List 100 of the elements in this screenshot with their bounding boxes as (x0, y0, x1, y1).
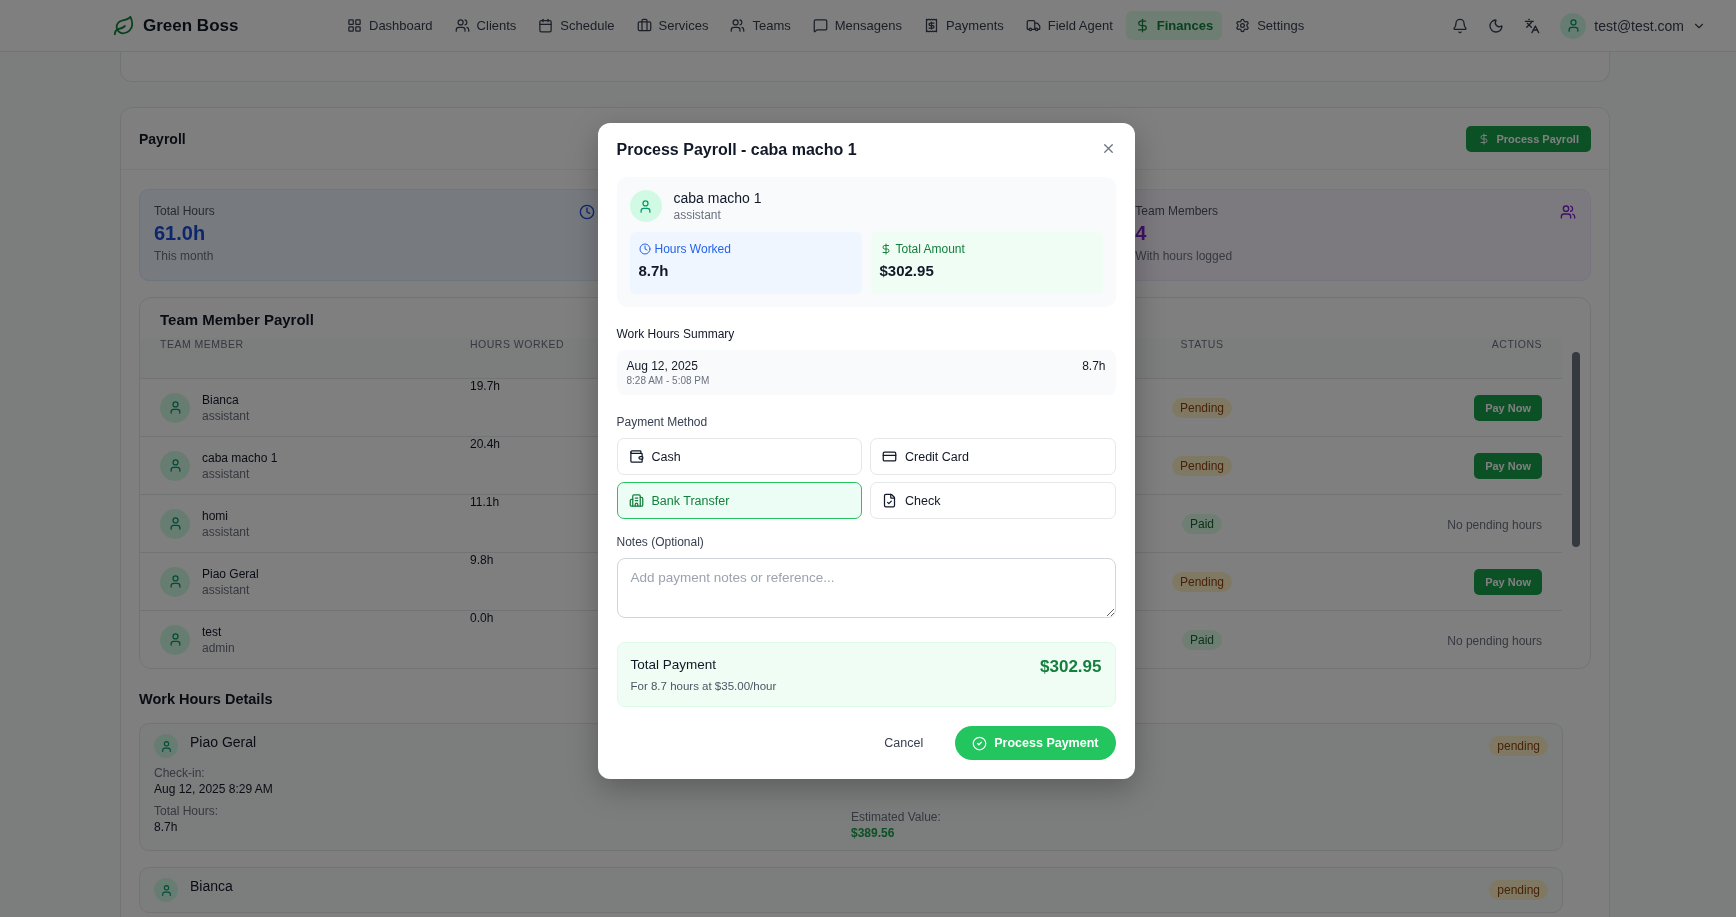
user-menu[interactable]: test@test.com (1560, 12, 1706, 39)
payment-method-option[interactable]: Credit Card (870, 438, 1116, 475)
payment-method-option[interactable]: Cash (616, 438, 862, 475)
status-pill: Pending (1171, 397, 1232, 418)
member-role: assistant (202, 582, 250, 597)
dollar-icon (1478, 132, 1491, 145)
field-label: Total Hours: (154, 804, 219, 818)
user-icon (159, 739, 173, 753)
nav-link[interactable]: Clients (445, 11, 526, 40)
action-note: No pending hours (1447, 633, 1542, 648)
work-hours: 8.7h (1082, 359, 1106, 373)
section-title: Payroll (139, 130, 186, 147)
nav-link[interactable]: Field Agent (1016, 11, 1122, 40)
member-name: Bianca (202, 392, 239, 407)
user-icon (167, 632, 183, 647)
total-amount-label: Total Amount (895, 242, 965, 256)
leaf-logo-icon (113, 14, 135, 37)
user-icon (167, 574, 183, 589)
member-name: caba macho 1 (673, 190, 762, 206)
payment-method-option[interactable]: Bank Transfer (616, 482, 862, 519)
column-header: STATUS (1180, 338, 1224, 350)
brand-name: Green Boss (143, 15, 239, 36)
scrollbar-thumb[interactable] (1572, 352, 1580, 547)
hours-worked-label: Hours Worked (654, 242, 731, 256)
field-value: $389.56 (851, 826, 895, 840)
notes-field[interactable]: Add payment notes or reference... (616, 558, 1116, 618)
user-icon (167, 400, 183, 415)
cancel-button[interactable]: Cancel (874, 728, 934, 758)
work-time-range: 8:28 AM - 5:08 PM (626, 375, 710, 386)
table-title: Team Member Payroll (160, 311, 314, 328)
member-role: assistant (673, 208, 721, 222)
payment-method-option[interactable]: Check (870, 482, 1116, 519)
stat-note: With hours logged (1135, 249, 1233, 263)
credit-card-icon (882, 449, 897, 464)
nav-link[interactable]: Settings (1226, 11, 1314, 40)
nav-link[interactable]: Schedule (529, 11, 624, 40)
clock-icon (638, 243, 651, 255)
user-icon (638, 198, 653, 214)
nav-link[interactable]: Services (627, 11, 718, 40)
user-icon (159, 883, 173, 897)
briefcase-icon (636, 18, 652, 33)
settings-icon (1235, 18, 1251, 33)
field-value: 8.7h (154, 820, 178, 834)
member-role: assistant (202, 466, 250, 481)
bell-icon[interactable] (1452, 17, 1469, 34)
nav-link[interactable]: Finances (1125, 11, 1223, 40)
status-pill: pending (1489, 736, 1548, 756)
action-note: No pending hours (1447, 517, 1542, 532)
field-label: Check-in: (154, 766, 205, 780)
user-icon (167, 516, 183, 531)
hours-worked-value: 8.7h (638, 262, 669, 279)
member-name: Bianca (190, 878, 233, 894)
member-name: homi (202, 508, 228, 523)
hours-cell: 9.8h (470, 553, 494, 567)
stat-value: 4 (1135, 222, 1147, 245)
process-payment-button[interactable]: Process Payment (955, 726, 1116, 760)
users-icon (1560, 204, 1576, 220)
truck-icon (1025, 18, 1041, 33)
member-role: assistant (202, 524, 250, 539)
pay-now-button[interactable]: Pay Now (1474, 394, 1542, 421)
grid-icon (347, 18, 362, 33)
member-name: caba macho 1 (202, 450, 278, 465)
status-pill: pending (1489, 880, 1548, 900)
section-label: Work Hours Summary (616, 327, 735, 341)
building-icon (628, 493, 644, 508)
hours-cell: 19.7h (470, 379, 501, 393)
users-icon (730, 18, 746, 33)
work-date: Aug 12, 2025 (626, 359, 698, 373)
process-payroll-button[interactable]: Process Payroll (1466, 125, 1591, 152)
hours-cell: 20.4h (470, 437, 501, 451)
column-header: TEAM MEMBER (160, 338, 244, 350)
section-title: Work Hours Details (139, 691, 273, 707)
pay-now-button[interactable]: Pay Now (1474, 452, 1542, 479)
stat-note: This month (154, 249, 214, 263)
nav-link[interactable]: Teams (721, 11, 800, 40)
wallet-icon (628, 449, 644, 464)
total-payment-note: For 8.7 hours at $35.00/hour (630, 680, 777, 692)
total-amount-value: $302.95 (879, 262, 934, 279)
translate-icon[interactable] (1524, 17, 1541, 34)
status-pill: Paid (1182, 513, 1222, 534)
dollar-icon (879, 243, 892, 255)
user-icon (167, 458, 183, 473)
nav-link[interactable]: Mensagens (803, 11, 911, 40)
section-label: Payment Method (616, 415, 708, 429)
nav-link[interactable]: Dashboard (338, 11, 442, 40)
chat-icon (812, 18, 828, 33)
moon-icon[interactable] (1488, 17, 1505, 34)
member-role: admin (202, 640, 235, 655)
clock-icon (578, 204, 595, 220)
pay-now-button[interactable]: Pay Now (1474, 568, 1542, 595)
section-label: Notes (Optional) (616, 535, 704, 549)
status-pill: Pending (1171, 455, 1232, 476)
total-payment-label: Total Payment (630, 657, 717, 672)
user-icon (1565, 18, 1581, 33)
document-check-icon (882, 493, 897, 508)
stat-value: 61.0h (154, 222, 206, 245)
member-name: Piao Geral (190, 734, 257, 750)
column-header: ACTIONS (1491, 338, 1542, 350)
check-circle-icon (972, 735, 988, 751)
nav-link[interactable]: Payments (914, 11, 1013, 40)
